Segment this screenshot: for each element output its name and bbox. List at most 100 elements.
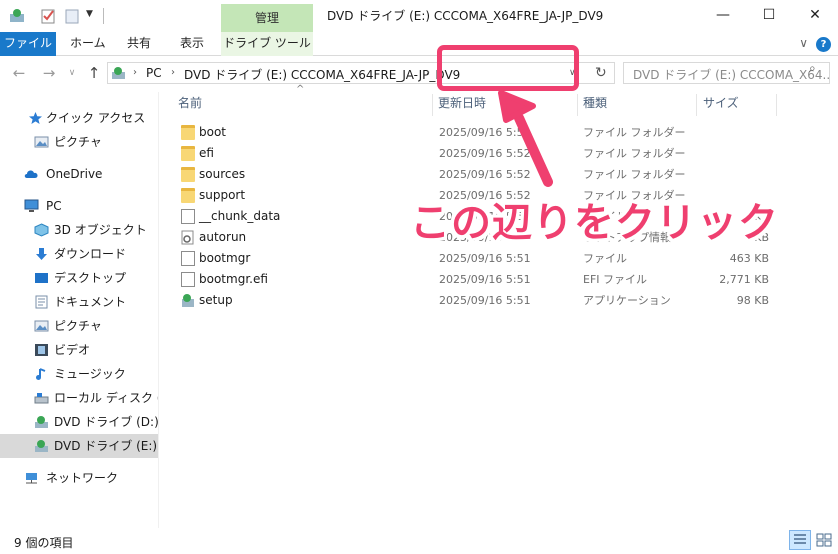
details-view-icon [794, 534, 806, 544]
file-type: アプリケーション [583, 294, 671, 307]
breadcrumb-dvd-drive[interactable]: DVD ドライブ (E:) CCCOMA_X64FRE_JA-JP_DV9 [184, 66, 460, 83]
file-icon [181, 209, 195, 224]
file-row[interactable]: setup 2025/09/16 5:51 アプリケーション 98 KB [175, 290, 785, 311]
sidebar-item-label: DVD ドライブ (E:) CCC [54, 439, 158, 453]
pictures-icon [34, 320, 49, 332]
file-name: __chunk_data [199, 209, 281, 223]
large-icons-view-button[interactable] [813, 530, 835, 550]
tab-home[interactable]: ホーム [60, 32, 116, 56]
column-divider[interactable] [696, 94, 697, 116]
qat-dropdown-icon[interactable]: ▼ [86, 9, 93, 19]
file-row[interactable]: sources 2025/09/16 5:52 ファイル フォルダー [175, 164, 785, 185]
column-header-date[interactable]: 更新日時 [438, 94, 486, 118]
properties-icon[interactable] [40, 8, 56, 24]
column-divider[interactable] [577, 94, 578, 116]
ribbon-expand-icon[interactable]: ∨ [799, 36, 808, 50]
minimize-button[interactable]: — [700, 0, 746, 32]
column-header-size[interactable]: サイズ [703, 94, 739, 118]
file-name: support [199, 188, 246, 202]
sidebar-item-label: ドキュメント [54, 295, 127, 309]
file-icon [181, 251, 195, 266]
sidebar-item-label: ダウンロード [54, 247, 127, 261]
sidebar-item-downloads[interactable]: ダウンロード [0, 242, 158, 266]
sidebar-item-label: OneDrive [46, 167, 103, 181]
sidebar-item-dvd-e[interactable]: DVD ドライブ (E:) CCC [0, 434, 158, 458]
cloud-icon [24, 170, 38, 178]
close-button[interactable]: ✕ [792, 0, 838, 32]
item-count: 9 個の項目 [14, 536, 74, 550]
refresh-button[interactable]: ↻ [595, 65, 607, 81]
qat-divider [103, 8, 104, 24]
column-header-name[interactable]: 名前 [178, 94, 202, 118]
file-row[interactable]: boot 2025/09/16 5:51 ファイル フォルダー [175, 122, 785, 143]
sidebar-item-videos[interactable]: ビデオ [0, 338, 158, 362]
network-icon [26, 473, 37, 484]
tab-share[interactable]: 共有 [117, 32, 161, 56]
drive-icon [10, 9, 24, 22]
file-date: 2025/09/16 5:51 [439, 273, 531, 286]
file-size: 463 KB [729, 252, 769, 265]
sidebar-item-music[interactable]: ミュージック [0, 362, 158, 386]
sidebar-item-label: デスクトップ [54, 271, 127, 285]
sidebar-item-desktop[interactable]: デスクトップ [0, 266, 158, 290]
tab-file[interactable]: ファイル [0, 32, 56, 56]
sidebar-item-3d-objects[interactable]: 3D オブジェクト [0, 218, 158, 242]
tab-drive-tools[interactable]: ドライブ ツール [221, 32, 313, 56]
recent-locations-icon[interactable]: ∨ [66, 63, 78, 83]
sidebar-item-pc[interactable]: PC [0, 194, 158, 218]
document-icon [35, 295, 48, 309]
sidebar-item-label: ミュージック [54, 367, 126, 381]
sidebar-item-documents[interactable]: ドキュメント [0, 290, 158, 314]
file-row[interactable]: efi 2025/09/16 5:52 ファイル フォルダー [175, 143, 785, 164]
sidebar-item-label: ローカル ディスク (C:) [54, 391, 158, 405]
maximize-button[interactable]: ☐ [746, 0, 792, 32]
dvd-drive-icon [112, 67, 125, 79]
back-button[interactable]: ← [10, 63, 28, 83]
file-date: 2025/09/16 5:52 [439, 168, 531, 181]
dvd-icon [35, 440, 48, 452]
column-header-type[interactable]: 種類 [583, 94, 607, 118]
pictures-icon [34, 136, 49, 148]
file-row[interactable]: bootmgr 2025/09/16 5:51 ファイル 463 KB [175, 248, 785, 269]
window-title: DVD ドライブ (E:) CCCOMA_X64FRE_JA-JP_DV9 [327, 9, 604, 23]
desktop-icon [35, 273, 48, 283]
file-type: ファイル フォルダー [583, 168, 686, 181]
sidebar-item-label: クイック アクセス [46, 111, 146, 125]
help-icon[interactable]: ? [816, 37, 831, 52]
sidebar-item-label: PC [46, 199, 62, 213]
forward-button[interactable]: → [40, 63, 58, 83]
download-icon [36, 248, 47, 260]
details-view-button[interactable] [789, 530, 811, 550]
large-icons-view-icon [816, 533, 832, 547]
breadcrumb-pc[interactable]: PC [146, 66, 162, 80]
sort-ascending-icon: ^ [296, 84, 305, 95]
sidebar-item-pictures[interactable]: ピクチャ [0, 130, 158, 154]
sidebar-item-network[interactable]: ネットワーク [0, 466, 158, 490]
file-name: boot [199, 125, 227, 139]
column-divider[interactable] [432, 94, 433, 116]
file-name: setup [199, 293, 233, 307]
folder-icon [181, 146, 195, 161]
sidebar-item-pictures-2[interactable]: ピクチャ [0, 314, 158, 338]
star-icon [29, 112, 42, 124]
sidebar-item-dvd-d[interactable]: DVD ドライブ (D:) CCC [0, 410, 158, 434]
new-folder-icon[interactable] [64, 8, 80, 24]
search-input[interactable]: DVD ドライブ (E:) CCCOMA_X64... [623, 62, 830, 84]
sidebar-item-onedrive[interactable]: OneDrive [0, 162, 158, 186]
file-type: ファイル フォルダー [583, 147, 686, 160]
pane-splitter[interactable] [158, 92, 159, 528]
sidebar-item-quick-access[interactable]: クイック アクセス [0, 106, 158, 130]
tab-manage[interactable]: 管理 [221, 4, 313, 32]
tab-view[interactable]: 表示 [170, 32, 214, 56]
column-divider[interactable] [776, 94, 777, 116]
dvd-icon [35, 416, 48, 428]
file-name: sources [199, 167, 246, 181]
video-icon [35, 344, 48, 356]
file-row[interactable]: bootmgr.efi 2025/09/16 5:51 EFI ファイル 2,7… [175, 269, 785, 290]
computer-icon [24, 199, 39, 212]
sidebar-item-local-disk[interactable]: ローカル ディスク (C:) [0, 386, 158, 410]
file-date: 2025/09/16 5:51 [439, 252, 531, 265]
breadcrumb-separator: › [133, 67, 137, 78]
up-button[interactable]: ↑ [85, 63, 103, 83]
music-icon [36, 368, 46, 380]
